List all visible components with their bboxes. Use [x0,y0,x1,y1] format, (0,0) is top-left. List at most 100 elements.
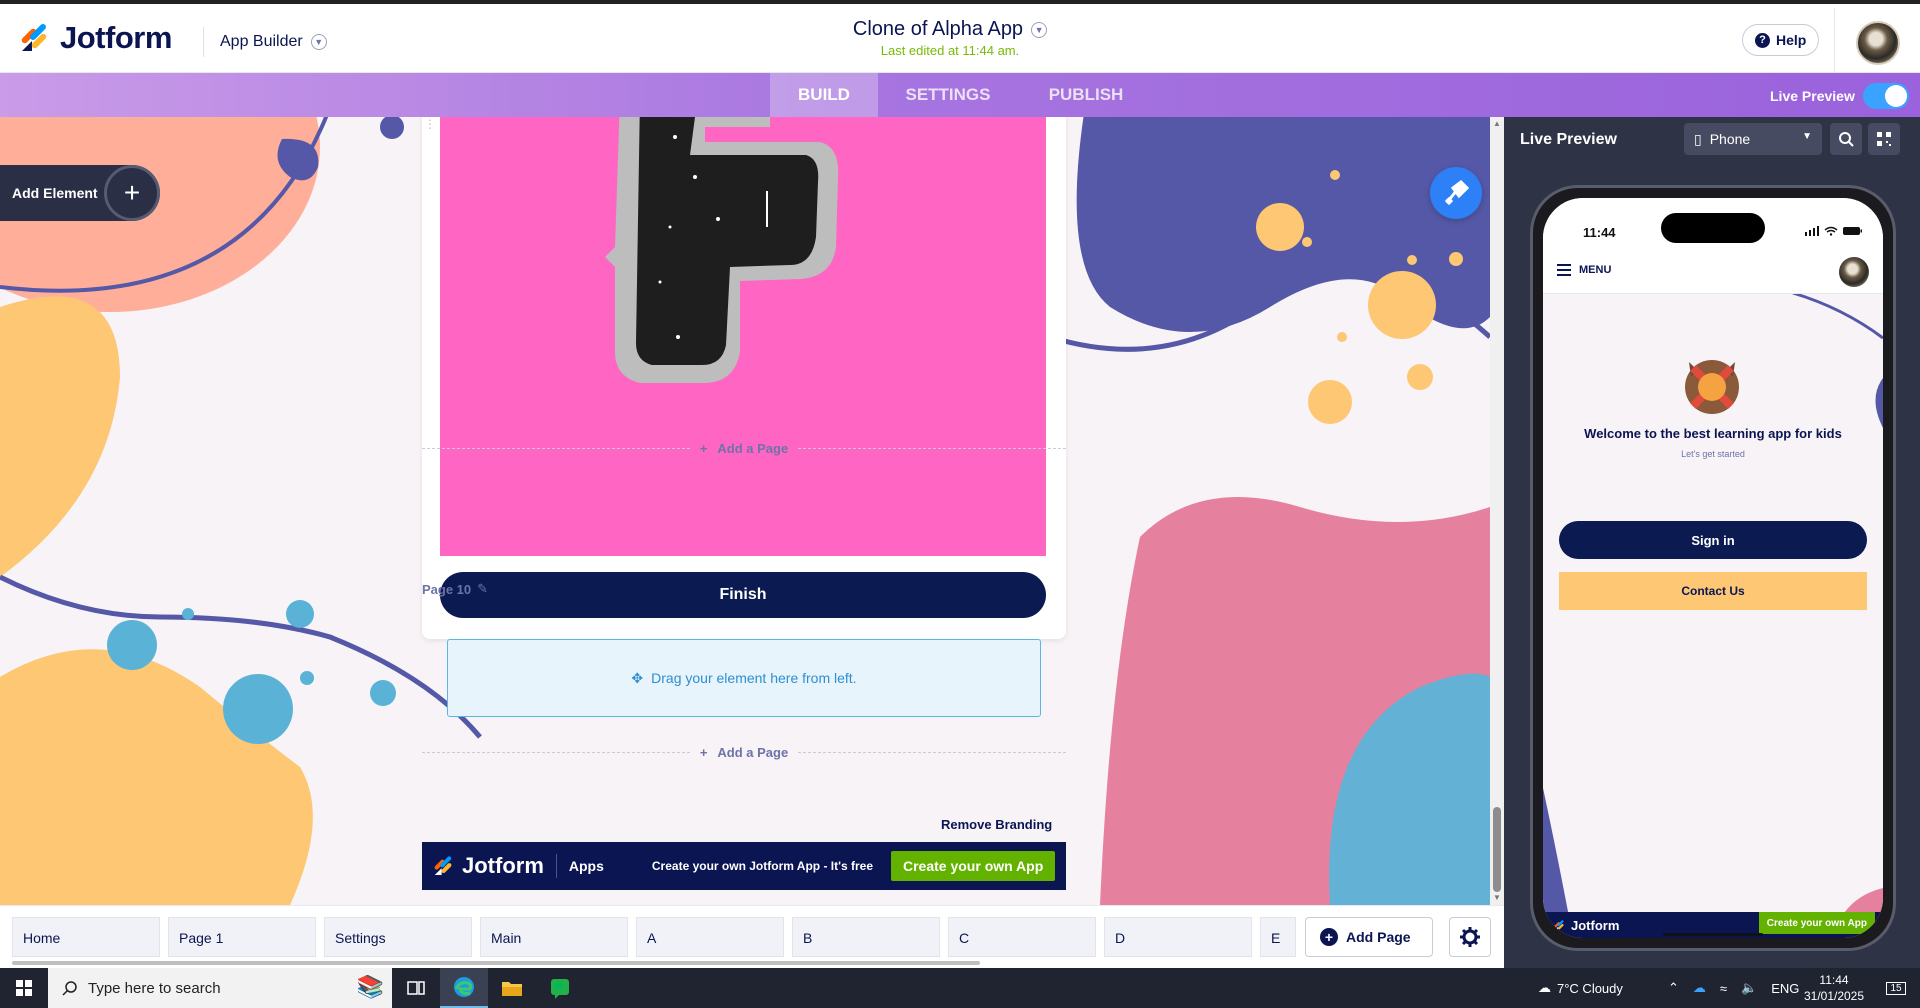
page-tab-page-1[interactable]: Page 1 [168,917,316,957]
page-settings-button[interactable] [1449,917,1491,957]
live-preview-toggle[interactable] [1862,83,1909,109]
app-title[interactable]: Clone of Alpha App ▼ [852,18,1048,41]
onedrive-icon[interactable]: ☁ [1693,980,1706,996]
phone-avatar[interactable] [1839,257,1869,287]
divider-line [422,447,690,449]
chevron-down-icon: ▼ [310,34,327,50]
tabs-scrollbar[interactable] [12,961,980,965]
contact-us-button[interactable]: Contact Us [1559,572,1867,610]
scroll-up-icon[interactable]: ▲ [1493,119,1501,128]
page-label: Page 10 ✎ [422,581,488,597]
device-select[interactable]: ▯ Phone ▼ [1684,123,1822,155]
chevron-up-icon[interactable]: ⌃ [1668,980,1679,996]
add-page-label: Add Page [1346,929,1411,945]
alpha-app-logo [1685,360,1739,414]
system-tray: ⌃ ☁ ≈ 🔈 ENG [1668,968,1799,1008]
sign-in-button[interactable]: Sign in [1559,521,1867,559]
phone-create-app-button[interactable]: Create your own App [1758,912,1875,934]
jotform-logo[interactable]: Jotform [18,20,172,56]
taskbar-app-explorer[interactable] [488,968,536,1008]
builder-nav-bar: BUILD SETTINGS PUBLISH Live Preview [0,73,1920,117]
add-element-button[interactable]: Add Element + [0,165,160,221]
divider-line [422,751,690,753]
add-page-link[interactable]: Add a Page [717,745,788,760]
plus-icon: + [699,440,708,456]
app-builder-label: App Builder [220,33,303,50]
last-edited-status: Last edited at 11:44 am. [880,43,1020,58]
page-card: ⋮⋮ Finish [422,117,1066,639]
chevron-down-icon[interactable]: ▼ [1031,21,1048,38]
page-tab-d[interactable]: D [1104,917,1252,957]
jotform-logo-icon [1554,919,1564,930]
volume-icon[interactable]: 🔈 [1741,980,1757,996]
weather-text: 7°C Cloudy [1557,980,1623,996]
app-title-text: Clone of Alpha App [852,18,1024,40]
add-element-label: Add Element [12,185,98,201]
live-preview-label: Live Preview [1770,88,1855,104]
create-app-button[interactable]: Create your own App [891,851,1056,881]
canvas-scrollbar[interactable]: ▲ ▼ [1490,117,1504,905]
branding-logo-text: Jotform [462,853,544,878]
live-preview-panel: Live Preview ▯ Phone ▼ 11:44 MENU Welcom… [1504,117,1920,968]
move-icon: ✥ [631,669,644,686]
weather-widget[interactable]: ☁ 7°C Cloudy [1538,968,1623,1008]
start-button[interactable] [0,968,48,1008]
taskbar-app-edge[interactable] [440,968,488,1008]
clock-time: 11:44 [1819,973,1849,987]
designer-button[interactable] [1430,167,1482,219]
phone-screen: 11:44 MENU Welcome to the best learning … [1543,198,1883,938]
phone-background-decoration [1543,291,1883,938]
tab-build[interactable]: BUILD [770,73,878,117]
task-view-button[interactable] [392,968,440,1008]
taskbar-app-chat[interactable] [536,968,584,1008]
edit-icon[interactable]: ✎ [477,581,488,597]
task-view-icon [407,981,425,995]
finish-button[interactable]: Finish [440,572,1046,618]
wifi-icon[interactable]: ≈ [1720,981,1727,996]
help-button[interactable]: ? Help [1742,24,1820,56]
zoom-button[interactable] [1830,123,1862,155]
scroll-down-icon[interactable]: ▼ [1493,893,1501,902]
tab-publish[interactable]: PUBLISH [1036,73,1136,117]
search-highlight-icon: 📚 [356,974,384,999]
page-tab-e[interactable]: E [1260,917,1296,957]
letter-f-graphic [605,117,839,383]
page-tab-b[interactable]: B [792,917,940,957]
live-preview-toggle-group: Live Preview [1770,83,1909,109]
tab-settings[interactable]: SETTINGS [886,73,1010,117]
page-tab-a[interactable]: A [636,917,784,957]
signal-battery-icon [1805,226,1862,236]
logo-text: Jotform [60,20,172,55]
phone-menu-button[interactable]: MENU [1557,264,1611,276]
notification-center-button[interactable]: 15 [1876,968,1916,1008]
page-tab-home[interactable]: Home [12,917,160,957]
scroll-thumb[interactable] [1493,807,1501,892]
plus-icon: + [699,744,708,760]
dropzone-text: Drag your element here from left. [651,670,857,686]
page-tab-c[interactable]: C [948,917,1096,957]
page-tab-settings[interactable]: Settings [324,917,472,957]
page-tab-main[interactable]: Main [480,917,628,957]
user-avatar-button[interactable] [1834,8,1920,77]
language-indicator[interactable]: ENG [1771,981,1799,996]
page-name: Page 10 [422,581,472,597]
add-page-button[interactable]: + Add Page [1305,917,1433,957]
add-page-divider[interactable]: + Add a Page [422,742,1067,762]
branding-apps-label: Apps [568,858,604,874]
letter-f-image[interactable] [440,117,1046,556]
device-value: Phone [1709,131,1751,147]
clock[interactable]: 11:44 31/01/2025 [1800,968,1868,1008]
qr-code-icon [1877,132,1891,146]
taskbar-search[interactable]: Type here to search 📚 [48,968,392,1008]
edge-icon [454,977,474,997]
search-placeholder: Type here to search [88,979,221,997]
add-page-link[interactable]: Add a Page [717,441,788,456]
branding-logo: Jotform [432,853,544,879]
add-page-divider[interactable]: + Add a Page [422,438,1067,458]
home-indicator [1663,933,1763,936]
qr-code-button[interactable] [1868,123,1900,155]
page-tabs-bar: Home Page 1 Settings Main A B C D E + Ad… [0,905,1504,968]
element-dropzone[interactable]: ✥ Drag your element here from left. [447,639,1041,717]
remove-branding-link[interactable]: Remove Branding [941,817,1052,832]
app-builder-dropdown[interactable]: App Builder ▼ [203,27,327,57]
